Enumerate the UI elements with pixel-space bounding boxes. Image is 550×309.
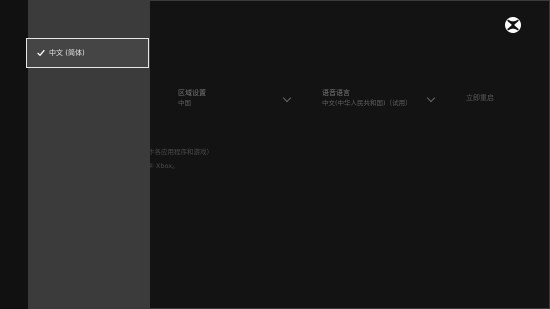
language-option-label: 中文 (简体) xyxy=(49,49,85,57)
region-select[interactable]: 区域设置 中国 xyxy=(178,89,298,108)
info-text-line-2: ② Xbox。 xyxy=(148,162,179,170)
region-label: 区域设置 xyxy=(178,89,206,97)
xbox-logo-icon xyxy=(505,17,521,33)
restart-now-button[interactable]: 立即重启 xyxy=(466,93,494,103)
speech-language-select[interactable]: 语音语言 中文(中华人民共和国)（试用） xyxy=(322,89,442,108)
speech-language-value: 中文(中华人民共和国)（试用） xyxy=(322,99,412,107)
region-value: 中国 xyxy=(178,99,191,107)
language-option-chinese-simplified[interactable]: 中文 (简体) xyxy=(26,38,149,68)
info-text-line-1: 卞各应用程序和游戏） xyxy=(148,148,213,156)
check-icon xyxy=(34,49,48,57)
left-edge-strip xyxy=(0,0,28,309)
speech-language-label: 语音语言 xyxy=(322,89,350,97)
